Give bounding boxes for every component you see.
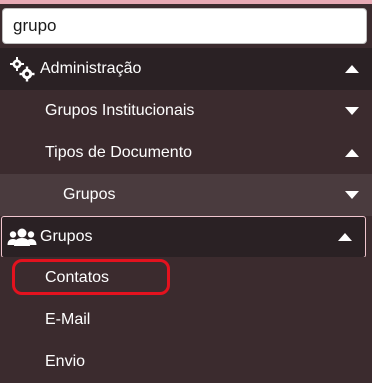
users-icon [6, 221, 38, 253]
menu-item-label: Grupos [40, 228, 93, 245]
menu-item-contatos[interactable]: Contatos [0, 257, 372, 299]
caret-up-icon[interactable] [340, 57, 364, 81]
menu-item-label: Grupos [63, 186, 116, 203]
gears-icon [6, 53, 38, 85]
menu-item-email[interactable]: E-Mail [0, 299, 372, 341]
menu-item-envio[interactable]: Envio [0, 341, 372, 383]
menu-item-label: Grupos Institucionais [45, 102, 195, 119]
caret-down-icon[interactable] [340, 99, 364, 123]
menu-item-grupos-institucionais[interactable]: Grupos Institucionais [0, 90, 372, 132]
menu-item-administracao[interactable]: Administração [0, 48, 372, 90]
caret-up-icon[interactable] [333, 225, 357, 249]
search-box[interactable] [2, 8, 367, 44]
caret-up-icon[interactable] [340, 141, 364, 165]
menu-item-label: E-Mail [45, 311, 91, 328]
menu-item-grupos[interactable]: Grupos [1, 216, 366, 258]
menu-item-label: Envio [45, 353, 86, 370]
menu-item-label: Administração [40, 60, 142, 77]
menu-item-label: Tipos de Documento [45, 144, 193, 161]
caret-down-icon[interactable] [340, 183, 364, 207]
menu-item-tipos-documento-grupos[interactable]: Grupos [0, 174, 372, 216]
top-accent-bar [0, 0, 372, 4]
menu-item-label: Contatos [45, 269, 110, 286]
menu-item-tipos-de-documento[interactable]: Tipos de Documento [0, 132, 372, 174]
search-input[interactable] [3, 9, 366, 43]
